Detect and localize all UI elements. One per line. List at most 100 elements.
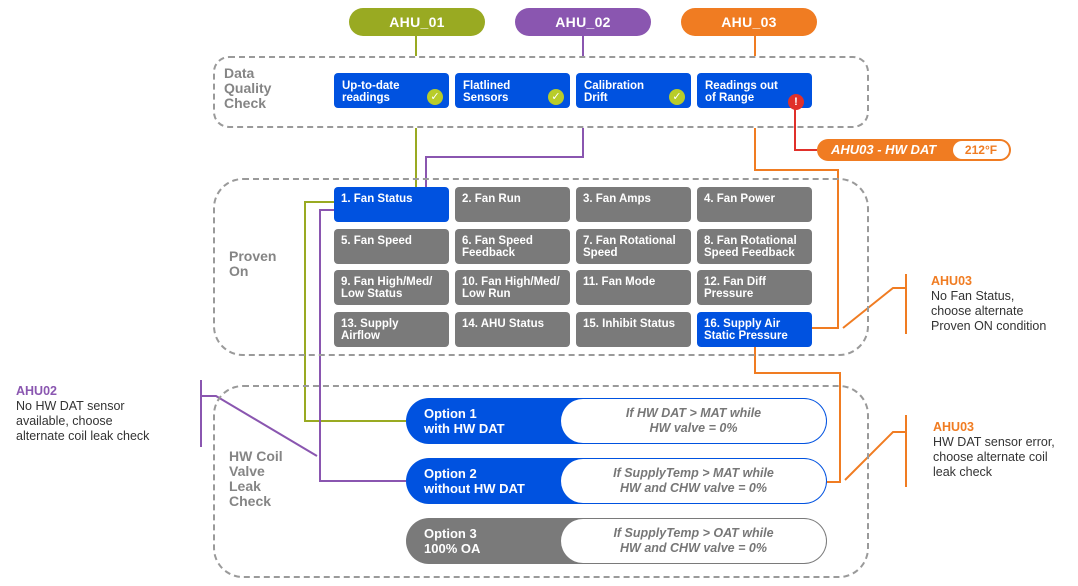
exclamation-icon: ! <box>788 94 804 110</box>
option-rule-line: If HW DAT > MAT while <box>625 406 762 420</box>
option-rule-line: HW valve = 0% <box>649 421 738 435</box>
ahu03-pill[interactable]: AHU_03 <box>681 8 817 36</box>
option-rule: If SupplyTemp > MAT while HW and CHW val… <box>561 459 826 503</box>
ahu02-pill[interactable]: AHU_02 <box>515 8 651 36</box>
condition-text: 16. Supply Air <box>704 318 781 330</box>
condition-text: Speed Feedback <box>704 247 795 259</box>
note-line: choose alternate <box>931 304 1024 318</box>
condition-text: 1. Fan Status <box>341 193 413 205</box>
proven-on-condition[interactable]: 11. Fan Mode <box>576 270 691 305</box>
label-line: Valve <box>229 463 265 479</box>
option-name: Option 2 without HW DAT <box>424 466 525 496</box>
alert-value: 212°F <box>953 141 1009 159</box>
leak-check-label: HW Coil Valve Leak Check <box>229 449 283 509</box>
option-rule-line: HW and CHW valve = 0% <box>620 541 767 555</box>
condition-text: 12. Fan Diff <box>704 276 766 288</box>
note-line: HW DAT sensor error, <box>933 435 1055 449</box>
proven-on-condition[interactable]: 2. Fan Run <box>455 187 570 222</box>
note-ahu03-dat: AHU03 HW DAT sensor error, choose altern… <box>933 420 1055 480</box>
note-line: available, choose <box>16 414 113 428</box>
condition-text: Low Status <box>341 288 403 300</box>
leak-option-3[interactable]: Option 3 100% OA If SupplyTemp > OAT whi… <box>406 518 827 564</box>
check-icon: ✓ <box>669 89 685 105</box>
condition-text: Airflow <box>341 330 380 342</box>
proven-on-condition[interactable]: 10. Fan High/Med/Low Run <box>455 270 570 305</box>
condition-text: 15. Inhibit Status <box>583 318 676 330</box>
option-name: Option 3 100% OA <box>424 526 480 556</box>
ahu01-pill[interactable]: AHU_01 <box>349 8 485 36</box>
option-name-line: Option 3 <box>424 526 477 541</box>
ahu01-label: AHU_01 <box>389 14 445 30</box>
condition-text: 5. Fan Speed <box>341 235 412 247</box>
proven-on-condition[interactable]: 13. Supply Airflow <box>334 312 449 347</box>
condition-text: 2. Fan Run <box>462 193 521 205</box>
option-rule: If HW DAT > MAT while HW valve = 0% <box>561 399 826 443</box>
dq-check-out-of-range[interactable]: Readings out of Range ! <box>697 73 812 110</box>
label-line: Check <box>229 493 272 509</box>
dq-check-calibration[interactable]: Calibration Drift ✓ <box>576 73 691 108</box>
condition-text: 8. Fan Rotational <box>704 235 797 247</box>
check-icon: ✓ <box>427 89 443 105</box>
check-icon: ✓ <box>548 89 564 105</box>
leak-option-1[interactable]: Option 1 with HW DAT If HW DAT > MAT whi… <box>406 398 827 444</box>
note-line: Proven ON condition <box>931 319 1047 333</box>
label-line: Data <box>224 65 255 81</box>
option-name-line: 100% OA <box>424 541 481 556</box>
proven-on-condition[interactable]: 6. Fan Speed Feedback <box>455 229 570 264</box>
dq-check-flatlined[interactable]: Flatlined Sensors ✓ <box>455 73 570 108</box>
note-line: leak check <box>933 465 993 479</box>
label-line: Proven <box>229 248 277 264</box>
condition-text: Pressure <box>704 288 754 300</box>
option-rule-line: If SupplyTemp > MAT while <box>613 466 774 480</box>
alert-badge: AHU03 - HW DAT 212°F <box>817 139 1011 161</box>
option-rule-line: If SupplyTemp > OAT while <box>613 526 774 540</box>
option-rule: If SupplyTemp > OAT while HW and CHW val… <box>561 519 826 563</box>
note-ahu02: AHU02 No HW DAT sensor available, choose… <box>16 384 149 444</box>
option-name-line: Option 1 <box>424 406 477 421</box>
note-title: AHU03 <box>933 420 974 434</box>
proven-on-condition[interactable]: 16. Supply Air Static Pressure <box>697 312 812 347</box>
note-line: No Fan Status, <box>931 289 1015 303</box>
condition-text: 13. Supply <box>341 318 399 330</box>
dq-check-up-to-date[interactable]: Up-to-date readings ✓ <box>334 73 449 108</box>
alert-label: AHU03 - HW DAT <box>831 142 937 157</box>
option-name-line: with HW DAT <box>424 421 505 436</box>
condition-text: 6. Fan Speed <box>462 235 533 247</box>
proven-on-condition[interactable]: 3. Fan Amps <box>576 187 691 222</box>
condition-text: Feedback <box>462 247 516 259</box>
note-ahu03-fan: AHU03 No Fan Status, choose alternate Pr… <box>931 274 1046 334</box>
dq-check-text: Readings out <box>705 80 778 92</box>
condition-text: 7. Fan Rotational <box>583 235 676 247</box>
proven-on-condition[interactable]: 4. Fan Power <box>697 187 812 222</box>
condition-text: 11. Fan Mode <box>583 276 656 288</box>
label-line: Leak <box>229 478 261 494</box>
proven-on-label: Proven On <box>229 249 276 279</box>
option-name: Option 1 with HW DAT <box>424 406 505 436</box>
condition-text: 3. Fan Amps <box>583 193 651 205</box>
proven-on-condition[interactable]: 14. AHU Status <box>455 312 570 347</box>
note-line: choose alternate coil <box>933 450 1048 464</box>
note-title: AHU02 <box>16 384 57 398</box>
proven-on-condition[interactable]: 15. Inhibit Status <box>576 312 691 347</box>
note-line: alternate coil leak check <box>16 429 150 443</box>
proven-on-condition[interactable]: 1. Fan Status <box>334 187 449 222</box>
ahu02-label: AHU_02 <box>555 14 611 30</box>
ahu03-label: AHU_03 <box>721 14 777 30</box>
label-line: Quality <box>224 80 272 96</box>
data-quality-label: Data Quality Check <box>224 66 271 111</box>
note-title: AHU03 <box>931 274 972 288</box>
leak-option-2[interactable]: Option 2 without HW DAT If SupplyTemp > … <box>406 458 827 504</box>
proven-on-condition[interactable]: 5. Fan Speed <box>334 229 449 264</box>
proven-on-condition[interactable]: 9. Fan High/Med/Low Status <box>334 270 449 305</box>
option-name-line: Option 2 <box>424 466 477 481</box>
condition-text: Low Run <box>462 288 511 300</box>
condition-text: 9. Fan High/Med/ <box>341 276 433 288</box>
label-line: HW Coil <box>229 448 283 464</box>
label-line: Check <box>224 95 267 111</box>
condition-text: 4. Fan Power <box>704 193 775 205</box>
proven-on-condition[interactable]: 12. Fan Diff Pressure <box>697 270 812 305</box>
proven-on-condition[interactable]: 8. Fan Rotational Speed Feedback <box>697 229 812 264</box>
condition-text: Static Pressure <box>704 330 788 342</box>
proven-on-condition[interactable]: 7. Fan Rotational Speed <box>576 229 691 264</box>
option-rule-line: HW and CHW valve = 0% <box>620 481 767 495</box>
